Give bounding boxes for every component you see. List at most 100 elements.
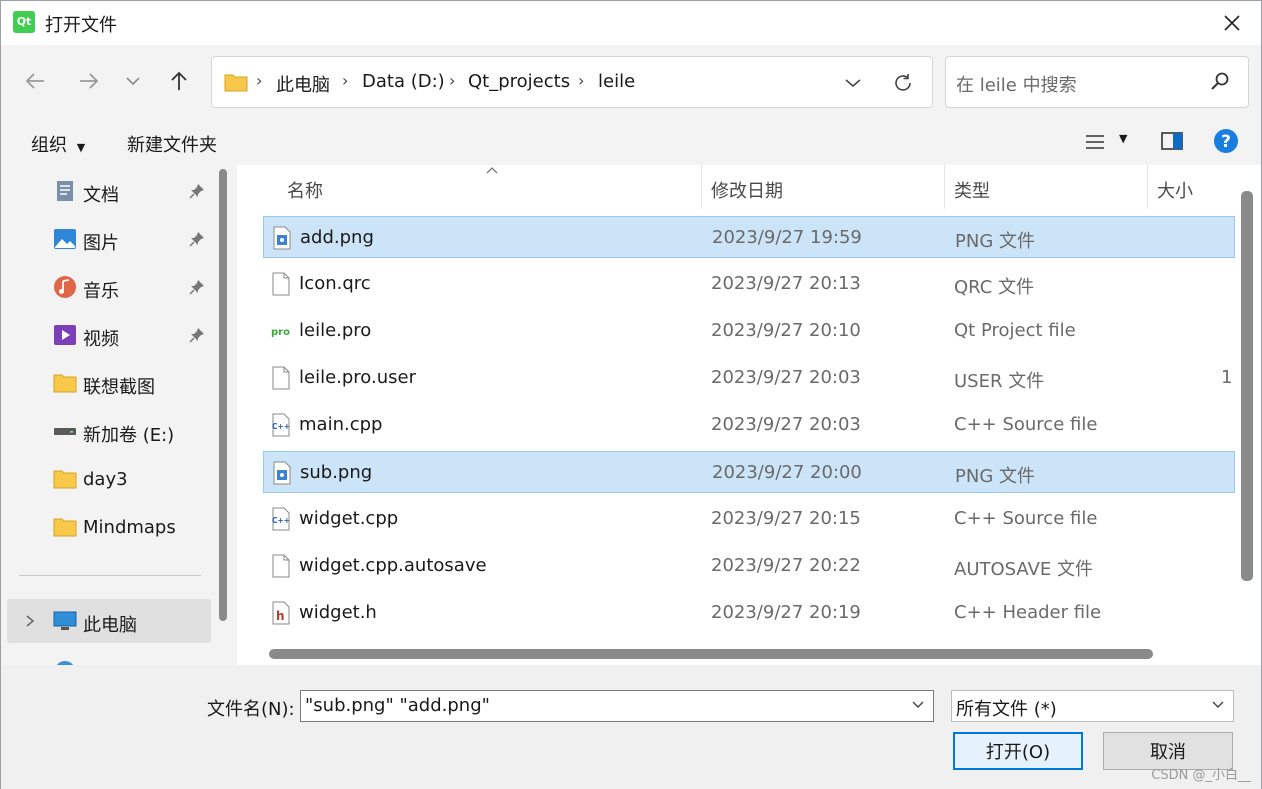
pin-icon <box>189 328 204 343</box>
sidebar-item-label: 此电脑 <box>83 615 137 636</box>
file-row-icon-qrc[interactable]: Icon.qrc 2023/9/27 20:13 QRC 文件 <box>263 263 1235 305</box>
header-file-icon: h <box>272 601 290 625</box>
svg-text:?: ? <box>1221 132 1231 152</box>
pin-icon <box>189 280 204 295</box>
sidebar-item-videos[interactable]: 视频 <box>1 313 211 357</box>
close-button[interactable] <box>1203 1 1261 45</box>
folder-icon <box>53 518 77 537</box>
organize-label: 组织 <box>31 135 67 156</box>
column-header-type[interactable]: 类型 <box>954 177 990 203</box>
file-type: AUTOSAVE 文件 <box>954 559 1093 580</box>
sidebar-item-label: 图片 <box>83 233 119 254</box>
column-header-name[interactable]: 名称 <box>287 177 323 203</box>
help-button[interactable]: ? <box>1213 128 1239 159</box>
file-type: C++ Source file <box>954 414 1098 435</box>
file-name: sub.png <box>300 462 373 483</box>
address-history-dropdown[interactable] <box>838 69 868 97</box>
chevron-down-icon <box>1212 701 1224 708</box>
file-type: QRC 文件 <box>954 277 1035 298</box>
navigation-bar: › 此电脑 › Data (D:) › Qt_projects › leile … <box>1 45 1261 119</box>
file-row-leile-pro-user[interactable]: leile.pro.user 2023/9/27 20:03 USER 文件 1 <box>263 357 1235 399</box>
new-folder-button[interactable]: 新建文件夹 <box>127 131 217 157</box>
chevron-right-icon <box>26 615 35 627</box>
sidebar-item-label: 文档 <box>83 185 119 206</box>
file-date: 2023/9/27 20:00 <box>712 462 862 483</box>
sidebar-scrollbar[interactable] <box>219 169 227 621</box>
sidebar-item-drive-e[interactable]: 新加卷 (E:) <box>1 409 211 453</box>
file-name: leile.pro.user <box>299 367 416 388</box>
file-date: 2023/9/27 20:10 <box>711 320 861 341</box>
sidebar-item-documents[interactable]: 文档 <box>1 169 211 213</box>
organize-menu[interactable]: 组织 ▼ <box>31 131 85 157</box>
pictures-icon <box>54 229 76 249</box>
file-name: leile.pro <box>299 320 372 341</box>
file-date: 2023/9/27 20:13 <box>711 273 861 294</box>
blank-file-icon <box>272 366 290 390</box>
documents-icon <box>57 181 73 201</box>
file-row-widget-cpp-autosave[interactable]: widget.cpp.autosave 2023/9/27 20:22 AUTO… <box>263 545 1235 587</box>
view-options-button[interactable] <box>1085 133 1105 156</box>
preview-pane-icon <box>1161 132 1183 150</box>
list-view-icon <box>1086 135 1104 149</box>
column-divider[interactable] <box>1147 165 1148 209</box>
chevron-down-icon[interactable] <box>911 700 925 710</box>
png-file-icon <box>273 226 291 250</box>
sidebar-item-label: 音乐 <box>83 281 119 302</box>
search-box[interactable]: 在 leile 中搜索 <box>945 56 1249 108</box>
column-divider[interactable] <box>701 165 702 209</box>
file-type: C++ Source file <box>954 508 1098 529</box>
preview-pane-button[interactable] <box>1161 131 1183 156</box>
file-row-sub-png[interactable]: sub.png 2023/9/27 20:00 PNG 文件 <box>263 451 1235 493</box>
column-header-date[interactable]: 修改日期 <box>711 177 783 203</box>
file-row-main-cpp[interactable]: C++ main.cpp 2023/9/27 20:03 C++ Source … <box>263 404 1235 446</box>
sidebar-item-label: Mindmaps <box>83 517 176 538</box>
breadcrumb-this-pc[interactable]: 此电脑 <box>276 71 330 97</box>
up-button[interactable] <box>161 65 197 97</box>
back-button[interactable] <box>17 65 53 97</box>
file-list-vertical-scrollbar[interactable] <box>1241 191 1253 581</box>
file-row-leile-pro[interactable]: pro leile.pro 2023/9/27 20:10 Qt Project… <box>263 310 1235 352</box>
sidebar-item-day3[interactable]: day3 <box>1 457 211 501</box>
pin-icon <box>189 184 204 199</box>
file-name: widget.cpp <box>299 508 399 529</box>
music-icon <box>54 276 76 298</box>
recent-locations-button[interactable] <box>115 65 151 97</box>
sidebar-item-pictures[interactable]: 图片 <box>1 217 211 261</box>
file-date: 2023/9/27 20:22 <box>711 555 861 576</box>
column-divider[interactable] <box>944 165 945 209</box>
watermark-text: CSDN @_小白__ <box>1151 768 1251 783</box>
breadcrumb-data-drive[interactable]: Data (D:) <box>362 71 445 92</box>
sidebar-item-music[interactable]: 音乐 <box>1 265 211 309</box>
breadcrumb-separator: › <box>449 71 456 90</box>
blank-file-icon <box>272 272 290 296</box>
column-header-size[interactable]: 大小 <box>1157 177 1193 203</box>
breadcrumb-leile[interactable]: leile <box>598 71 635 92</box>
view-dropdown-caret-icon[interactable]: ▼ <box>1119 132 1127 145</box>
sidebar-item-network[interactable]: 网络 <box>1 649 211 665</box>
breadcrumb-separator: › <box>342 71 349 90</box>
chevron-down-icon <box>126 77 140 86</box>
file-row-widget-h[interactable]: h widget.h 2023/9/27 20:19 C++ Header fi… <box>263 592 1235 634</box>
forward-button[interactable] <box>71 65 107 97</box>
file-type-filter-select[interactable]: 所有文件 (*) <box>951 690 1234 722</box>
address-bar[interactable]: › 此电脑 › Data (D:) › Qt_projects › leile <box>211 56 933 108</box>
file-date: 2023/9/27 20:03 <box>711 414 861 435</box>
refresh-button[interactable] <box>888 69 918 97</box>
breadcrumb-separator: › <box>256 71 263 90</box>
drive-icon <box>54 428 76 435</box>
sidebar-item-lenovo-screenshots[interactable]: 联想截图 <box>1 361 211 405</box>
sidebar-item-label: 新加卷 (E:) <box>83 425 175 446</box>
sidebar-item-label: 联想截图 <box>83 377 155 398</box>
sidebar-item-this-pc[interactable]: 此电脑 <box>7 599 211 643</box>
file-row-add-png[interactable]: add.png 2023/9/27 19:59 PNG 文件 <box>263 216 1235 258</box>
open-button[interactable]: 打开(O) <box>953 732 1083 770</box>
chevron-down-icon <box>845 79 861 88</box>
file-row-widget-cpp[interactable]: C++ widget.cpp 2023/9/27 20:15 C++ Sourc… <box>263 498 1235 540</box>
file-type: Qt Project file <box>954 320 1076 341</box>
sidebar-item-mindmaps[interactable]: Mindmaps <box>1 505 211 549</box>
breadcrumb-qt-projects[interactable]: Qt_projects <box>468 71 570 92</box>
computer-icon <box>53 611 77 630</box>
filename-input[interactable]: "sub.png" "add.png" <box>300 690 934 722</box>
file-list-horizontal-scrollbar[interactable] <box>269 649 1153 659</box>
file-date: 2023/9/27 19:59 <box>712 227 862 248</box>
